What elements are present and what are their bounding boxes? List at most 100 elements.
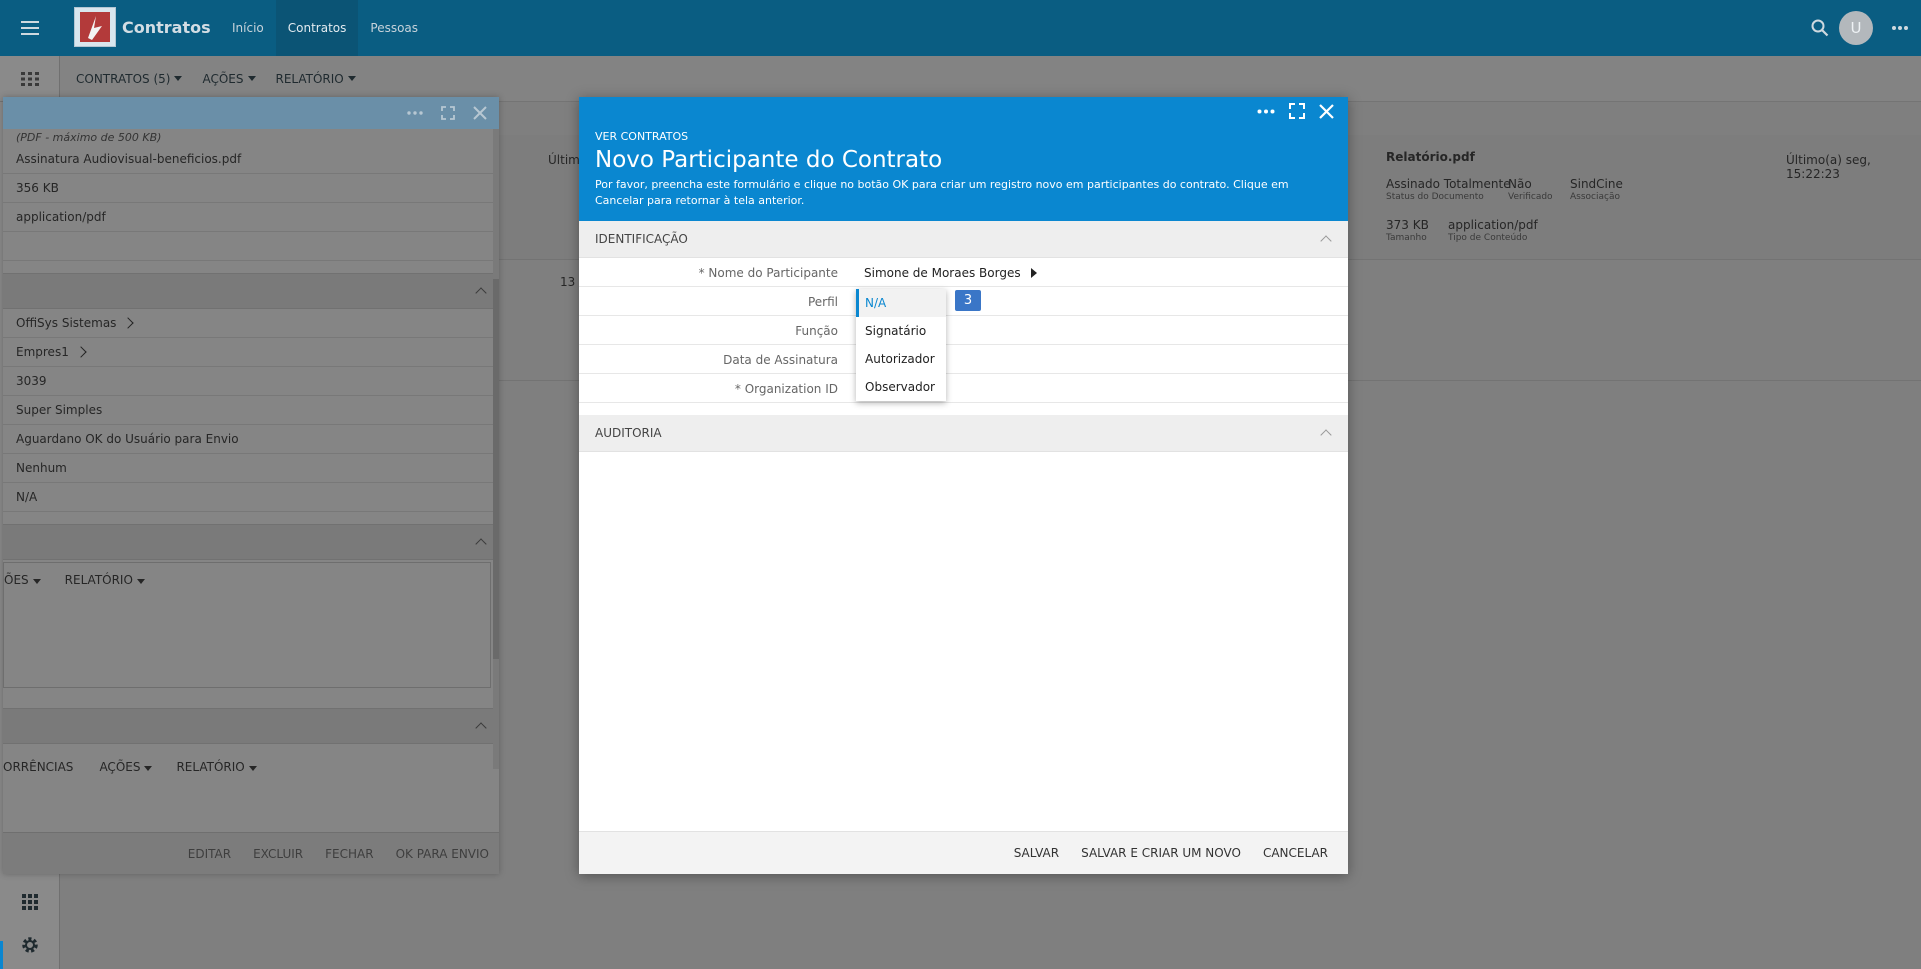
perfil-dropdown: N/A Signatário Autorizador Observador [856, 289, 946, 401]
embedded-menu[interactable]: RELATÓRIO [176, 760, 257, 774]
caret-right-icon [1030, 268, 1037, 278]
delete-button[interactable]: EXCLUIR [253, 847, 303, 861]
top-bar: Contratos Início Contratos Pessoas U [0, 0, 1921, 56]
apps-button[interactable] [0, 56, 59, 102]
nav-contratos[interactable]: Contratos [275, 0, 359, 56]
more-icon[interactable] [1891, 25, 1909, 31]
bg-associacao: SindCine [1570, 177, 1623, 191]
more-icon[interactable] [1257, 109, 1275, 114]
bg-status-label: Status do Documento [1386, 192, 1484, 202]
search-icon[interactable] [1811, 19, 1829, 37]
new-participant-dialog: VER CONTRATOS Novo Participante do Contr… [579, 97, 1348, 874]
field-funcao[interactable]: Função [579, 316, 1348, 345]
option-observador[interactable]: Observador [856, 373, 946, 401]
save-and-new-button[interactable]: SALVAR E CRIAR UM NOVO [1081, 846, 1241, 860]
bg-last-updated: Último(a) seg, 15:22:23 [1786, 153, 1871, 181]
option-autorizador[interactable]: Autorizador [856, 345, 946, 373]
participant-value: Simone de Moraes Borges [864, 266, 1021, 280]
caret-down-icon [144, 766, 153, 771]
list-item: application/pdf [3, 203, 499, 232]
list-item[interactable]: OffiSys Sistemas [3, 309, 499, 338]
top-nav: Início Contratos Pessoas [220, 0, 430, 56]
menu-acoes[interactable]: AÇÕES [202, 72, 256, 86]
field-data-assinatura[interactable]: Data de Assinatura [579, 345, 1348, 374]
field-label: * Nome do Participante [698, 266, 838, 280]
bg-content-type-label: Tipo de Conteúdo [1448, 233, 1528, 243]
ok-send-button[interactable]: OK PARA ENVIO [396, 847, 489, 861]
app-title: Contratos [122, 18, 211, 37]
menu-contratos[interactable]: CONTRATOS (5) [76, 71, 183, 86]
close-icon[interactable] [1319, 103, 1334, 119]
apps-grid-icon[interactable] [22, 894, 38, 910]
embedded-menu[interactable]: ORRÊNCIAS [3, 760, 73, 774]
dialog-title: Novo Participante do Contrato [595, 147, 943, 173]
chevron-up-icon [475, 722, 487, 734]
panel-header [3, 97, 499, 129]
list-item: N/A [3, 483, 499, 512]
caret-down-icon [347, 76, 356, 81]
close-button[interactable]: FECHAR [325, 847, 373, 861]
chevron-right-icon [75, 346, 87, 358]
caret-down-icon [248, 766, 257, 771]
bg-size-label: Tamanho [1386, 233, 1427, 243]
bg-file-name: Relatório.pdf [1386, 150, 1475, 164]
section-title: IDENTIFICAÇÃO [595, 232, 688, 246]
embedded-menu[interactable]: AÇÕES [99, 760, 153, 774]
section-auditoria[interactable]: AUDITORIA [579, 415, 1348, 452]
cancel-button[interactable]: CANCELAR [1263, 846, 1328, 860]
bg-status: Assinado Totalmente [1386, 177, 1511, 191]
embedded-toolbar: ÕES RELATÓRIO [4, 573, 145, 587]
participant-lookup[interactable]: Simone de Moraes Borges [864, 266, 1037, 280]
menu-relatorio[interactable]: RELATÓRIO [276, 72, 356, 86]
breadcrumb[interactable]: VER CONTRATOS [595, 130, 1332, 143]
nav-inicio[interactable]: Início [220, 0, 276, 56]
app-logo[interactable] [74, 7, 116, 47]
hamburger-icon [21, 21, 39, 35]
field-nome-participante: * Nome do Participante Simone de Moraes … [579, 258, 1348, 287]
section-identificacao[interactable]: IDENTIFICAÇÃO [579, 221, 1348, 258]
count-badge: 3 [955, 290, 981, 311]
save-button[interactable]: SALVAR [1014, 846, 1059, 860]
scrollbar[interactable] [493, 129, 499, 769]
option-na[interactable]: N/A [856, 289, 946, 317]
panel-footer: EDITAR EXCLUIR FECHAR OK PARA ENVIO [3, 832, 499, 874]
bg-associacao-label: Associação [1570, 192, 1620, 202]
chevron-right-icon [122, 317, 135, 329]
embedded-menu[interactable]: ÕES [4, 573, 41, 587]
list-item: 3039 [3, 367, 499, 396]
caret-down-icon [174, 76, 183, 81]
contract-detail-panel: (PDF - máximo de 500 KB) Assinatura Audi… [3, 97, 499, 874]
expand-icon[interactable] [1289, 103, 1305, 119]
section-header[interactable] [3, 524, 499, 560]
list-item: Super Simples [3, 396, 499, 425]
option-signatario[interactable]: Signatário [856, 317, 946, 345]
field-organization-id[interactable]: * Organization ID [579, 374, 1348, 403]
close-icon[interactable] [473, 106, 487, 120]
embedded-menu[interactable]: RELATÓRIO [65, 573, 145, 587]
list-item: Assinatura Audiovisual-beneficios.pdf [3, 145, 499, 174]
logo-icon [80, 12, 110, 42]
list-item: Nenhum [3, 454, 499, 483]
dialog-description: Por favor, preencha este formulário e cl… [595, 178, 1289, 207]
bg-content-type: application/pdf [1448, 218, 1538, 232]
section-header[interactable] [3, 273, 499, 309]
bg-verificado: Não [1508, 177, 1532, 191]
section-header[interactable] [3, 708, 499, 744]
edit-button[interactable]: EDITAR [188, 847, 231, 861]
menu-button[interactable] [0, 0, 60, 56]
menu-contratos-label: CONTRATOS (5) [76, 71, 171, 86]
user-avatar[interactable]: U [1839, 11, 1873, 45]
more-icon[interactable] [407, 111, 423, 115]
list-item-label: Empres1 [16, 345, 69, 359]
expand-icon[interactable] [441, 106, 455, 120]
nav-pessoas[interactable]: Pessoas [358, 0, 430, 56]
list-item[interactable]: Empres1 [3, 338, 499, 367]
field-label: Perfil [807, 295, 838, 309]
active-indicator [0, 941, 3, 969]
scrollbar-thumb[interactable] [493, 279, 499, 659]
gear-icon[interactable] [20, 935, 40, 955]
embedded-toolbar-2: ORRÊNCIAS AÇÕES RELATÓRIO [3, 744, 499, 784]
embedded-grid: ÕES RELATÓRIO [3, 562, 491, 688]
